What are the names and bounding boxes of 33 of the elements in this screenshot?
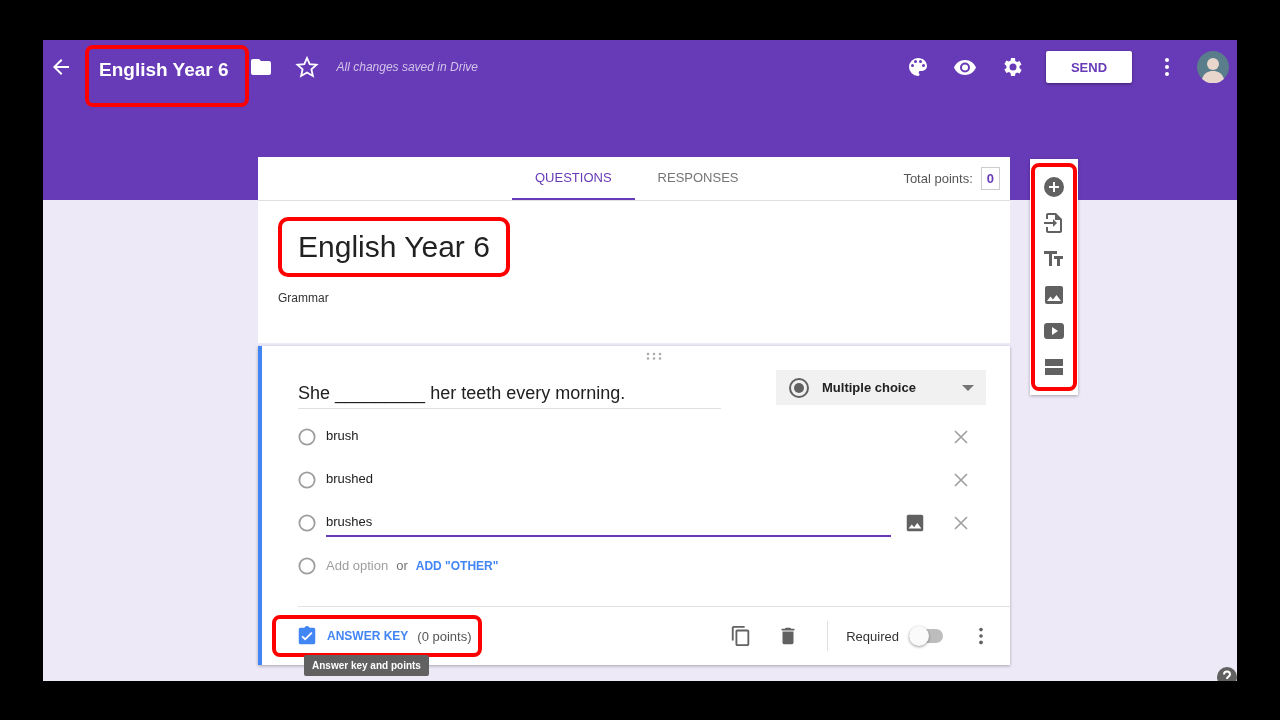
tooltip: Answer key and points	[304, 655, 429, 676]
question-field[interactable]: She _________ her teeth every morning.	[298, 370, 721, 409]
question-type-dropdown[interactable]: Multiple choice	[776, 370, 986, 405]
help-icon[interactable]	[1217, 667, 1237, 681]
star-icon[interactable]	[294, 55, 319, 79]
drag-handle-icon[interactable]	[645, 352, 663, 360]
tab[interactable]: RESPONSES	[634, 157, 762, 200]
radio-button[interactable]	[298, 513, 316, 532]
answer-key-link[interactable]: ANSWER KEY	[327, 629, 409, 643]
radio-icon	[788, 376, 810, 399]
avatar[interactable]	[1197, 51, 1229, 83]
caret-icon	[962, 383, 974, 392]
save-status: All changes saved in Drive	[336, 60, 478, 74]
add-other-link[interactable]: ADD "OTHER"	[415, 558, 499, 573]
image-icon[interactable]	[1042, 283, 1066, 307]
clipboard-check-icon[interactable]	[296, 625, 318, 647]
radio-button[interactable]	[298, 470, 316, 489]
radio-button[interactable]	[298, 427, 316, 446]
palette-icon[interactable]	[906, 55, 930, 79]
add-icon[interactable]	[1042, 175, 1066, 199]
total-points-label: Total points:	[903, 171, 973, 186]
required-toggle[interactable]	[909, 626, 945, 646]
form-name: English Year 6	[85, 45, 249, 107]
form-title[interactable]: English Year 6	[278, 217, 510, 277]
send-button[interactable]: SEND	[1046, 51, 1132, 83]
required-label: Required	[846, 628, 899, 644]
or-text: or	[396, 558, 408, 573]
option-field[interactable]: brush	[326, 422, 891, 451]
form-description[interactable]: Grammar	[278, 291, 1010, 305]
points-text: (0 points)	[417, 628, 472, 644]
option-field[interactable]: brushed	[326, 465, 891, 494]
option-field[interactable]: brushes	[326, 508, 891, 537]
total-points-value: 0	[980, 167, 1000, 190]
